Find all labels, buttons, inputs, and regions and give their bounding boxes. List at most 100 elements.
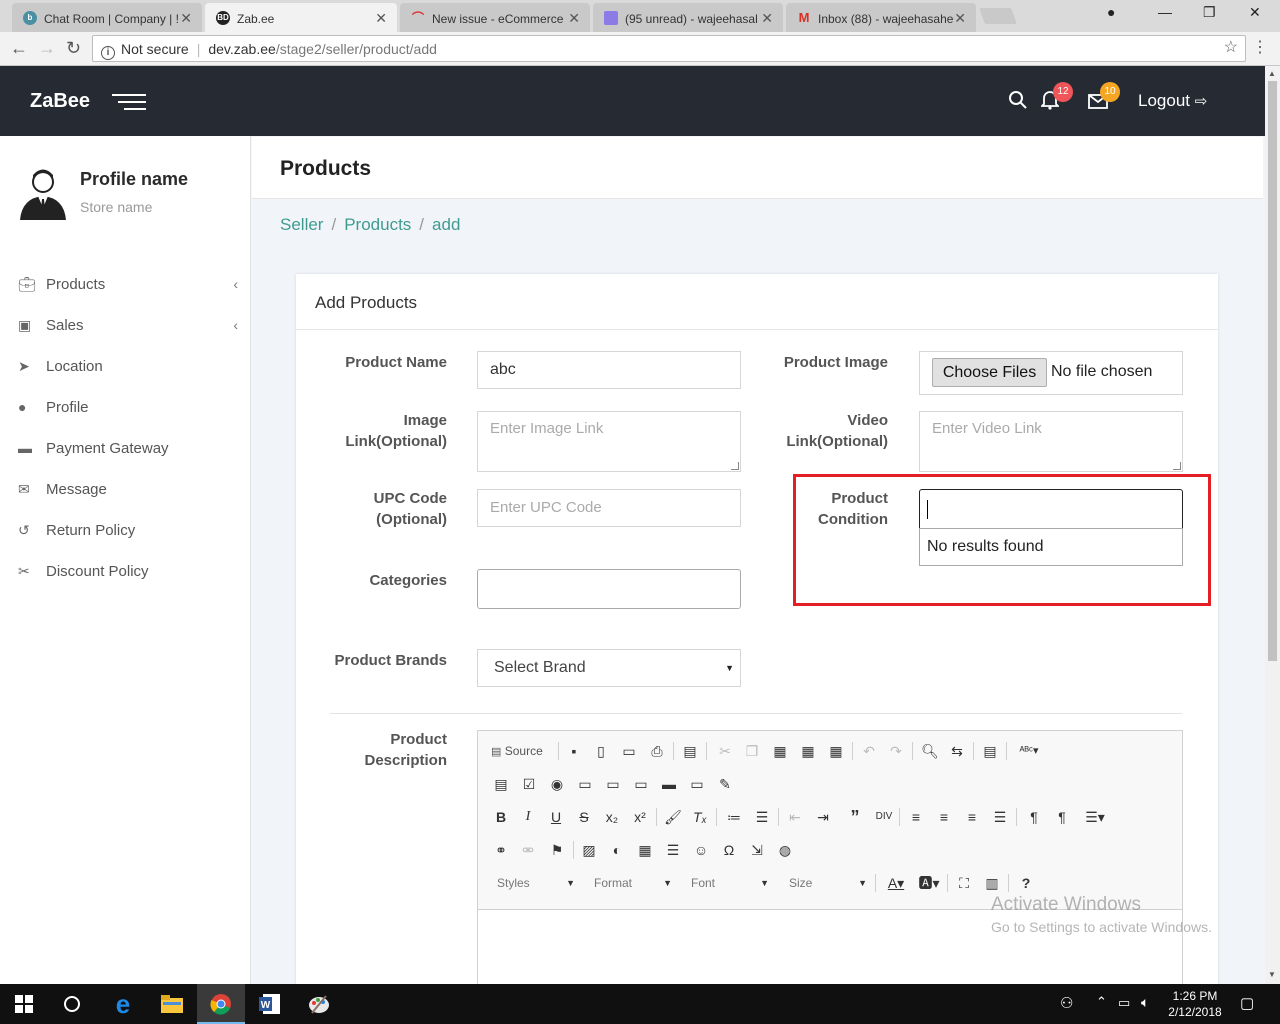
word-icon[interactable]: W <box>246 984 294 1024</box>
sidebar-item-sales[interactable]: ▣ Sales ‹ <box>18 317 238 341</box>
back-icon[interactable]: ← <box>10 38 28 59</box>
page-break-icon[interactable]: ⇲ <box>747 840 767 860</box>
size-combo[interactable]: Size ▼ <box>783 873 871 893</box>
align-center-icon[interactable]: ≡ <box>934 807 954 827</box>
strikethrough-icon[interactable]: S <box>574 807 594 827</box>
form-icon[interactable]: ▤ <box>491 774 511 794</box>
show-blocks-icon[interactable]: ▥ <box>982 873 1002 893</box>
close-tab-icon[interactable]: ✕ <box>180 10 192 27</box>
bulleted-list-icon[interactable]: ☰ <box>752 807 772 827</box>
menu-toggle-icon[interactable] <box>112 94 148 115</box>
rtl-icon[interactable]: ¶ <box>1052 807 1072 827</box>
network-icon[interactable]: ▭ <box>1118 995 1130 1011</box>
sidebar-item-products[interactable]: 💼︎ Products ‹ <box>18 276 238 300</box>
undo-icon[interactable]: ↶ <box>859 741 879 761</box>
smiley-icon[interactable]: ☺ <box>691 840 711 860</box>
textfield-icon[interactable]: ▭ <box>575 774 595 794</box>
link-icon[interactable]: ⚭ <box>491 840 511 860</box>
browser-tab[interactable]: M Inbox (88) - wajeehasahe ✕ <box>786 3 976 32</box>
templates-icon[interactable]: ▤ <box>680 741 700 761</box>
browser-tab[interactable]: (95 unread) - wajeehasal ✕ <box>593 3 783 32</box>
paste-word-icon[interactable]: ▦ <box>826 741 846 761</box>
bold-icon[interactable]: B <box>491 807 511 827</box>
justify-icon[interactable]: ☰ <box>990 807 1010 827</box>
print-icon[interactable]: ⎙ <box>647 741 667 761</box>
numbered-list-icon[interactable]: ≔ <box>724 807 744 827</box>
background-color-icon[interactable]: 🅰︎▾ <box>915 873 943 893</box>
close-tab-icon[interactable]: ✕ <box>954 10 966 27</box>
table-icon[interactable]: ▦ <box>635 840 655 860</box>
minimize-icon[interactable]: — <box>1158 4 1172 20</box>
language-icon[interactable]: ☰▾ <box>1081 807 1109 827</box>
format-combo[interactable]: Format ▼ <box>588 873 676 893</box>
remove-format-icon[interactable]: Tₓ <box>690 807 710 827</box>
image-icon[interactable]: ▨ <box>579 840 599 860</box>
file-explorer-icon[interactable] <box>148 984 196 1024</box>
maximize-icon[interactable]: ⛶ <box>954 873 974 893</box>
copy-icon[interactable]: ❐ <box>742 741 762 761</box>
scroll-down-icon[interactable]: ▼ <box>1268 970 1276 979</box>
sidebar-item-message[interactable]: ✉ Message <box>18 481 238 505</box>
checkbox-icon[interactable]: ☑ <box>519 774 539 794</box>
volume-muted-icon[interactable]: 🔈︎ <box>1141 994 1149 1011</box>
video-link-textarea[interactable]: Enter Video Link <box>919 411 1183 472</box>
help-icon[interactable]: ? <box>1016 873 1036 893</box>
superscript-icon[interactable]: x² <box>630 807 650 827</box>
copy-format-icon[interactable]: 🖌︎ <box>663 807 683 827</box>
choose-files-button[interactable]: Choose Files <box>932 358 1047 387</box>
select-icon[interactable]: ▭ <box>631 774 651 794</box>
hidden-field-icon[interactable]: ✎ <box>715 774 735 794</box>
styles-combo[interactable]: Styles ▼ <box>491 873 579 893</box>
sidebar-item-discount-policy[interactable]: ✂ Discount Policy <box>18 563 238 587</box>
logo[interactable]: ZaBee <box>30 90 90 113</box>
browser-menu-icon[interactable]: ⋮ <box>1252 37 1268 57</box>
underline-icon[interactable]: U <box>546 807 566 827</box>
resize-handle-icon[interactable] <box>731 462 739 470</box>
cut-icon[interactable]: ✂ <box>715 741 735 761</box>
replace-icon[interactable]: ⇆ <box>947 741 967 761</box>
button-icon[interactable]: ▬ <box>659 774 679 794</box>
unlink-icon[interactable]: ⚮ <box>518 840 538 860</box>
textarea-icon[interactable]: ▭ <box>603 774 623 794</box>
paste-text-icon[interactable]: ▦ <box>798 741 818 761</box>
search-icon[interactable] <box>1008 90 1028 115</box>
blockquote-icon[interactable]: ” <box>845 807 865 827</box>
find-icon[interactable]: 🔍︎ <box>920 741 940 761</box>
save-icon[interactable]: ▪ <box>564 741 584 761</box>
sidebar-item-return-policy[interactable]: ↺ Return Policy <box>18 522 238 546</box>
subscript-icon[interactable]: x₂ <box>602 807 622 827</box>
anchor-flag-icon[interactable]: ⚑ <box>547 840 567 860</box>
breadcrumb-seller[interactable]: Seller <box>280 215 323 234</box>
resize-handle-icon[interactable] <box>1173 462 1181 470</box>
redo-icon[interactable]: ↷ <box>886 741 906 761</box>
new-tab-button[interactable] <box>979 8 1017 24</box>
close-tab-icon[interactable]: ✕ <box>375 10 387 27</box>
upc-code-input[interactable]: Enter UPC Code <box>477 489 741 527</box>
browser-tab[interactable]: b Chat Room | Company | ! ✕ <box>12 3 202 32</box>
paste-icon[interactable]: ▦ <box>770 741 790 761</box>
profile-icon[interactable]: ● <box>1107 4 1115 20</box>
system-clock[interactable]: 1:26 PM 2/12/2018 <box>1163 988 1227 1020</box>
ltr-icon[interactable]: ¶ <box>1024 807 1044 827</box>
edge-browser-icon[interactable]: e <box>99 984 147 1024</box>
new-page-icon[interactable]: ▯ <box>591 741 611 761</box>
outdent-icon[interactable]: ⇤ <box>785 807 805 827</box>
select-all-icon[interactable]: ▤ <box>980 741 1000 761</box>
close-tab-icon[interactable]: ✕ <box>568 10 580 27</box>
close-window-icon[interactable]: ✕ <box>1249 4 1261 21</box>
close-tab-icon[interactable]: ✕ <box>761 10 773 27</box>
indent-icon[interactable]: ⇥ <box>813 807 833 827</box>
image-button-icon[interactable]: ▭ <box>687 774 707 794</box>
bookmark-star-icon[interactable]: ☆ <box>1224 37 1238 57</box>
italic-icon[interactable]: I <box>518 807 538 827</box>
scrollbar-thumb[interactable] <box>1268 81 1277 661</box>
categories-select[interactable] <box>477 569 741 609</box>
align-left-icon[interactable]: ≡ <box>906 807 926 827</box>
preview-icon[interactable]: ▭ <box>619 741 639 761</box>
info-icon[interactable]: i <box>101 46 115 60</box>
chrome-icon[interactable] <box>197 984 245 1024</box>
spellcheck-icon[interactable]: ᴬᴮᶜ▾ <box>1015 741 1043 761</box>
logout-button[interactable]: Logout ⇨ <box>1138 91 1207 111</box>
product-name-input[interactable]: abc <box>477 351 741 389</box>
image-link-textarea[interactable]: Enter Image Link <box>477 411 741 472</box>
